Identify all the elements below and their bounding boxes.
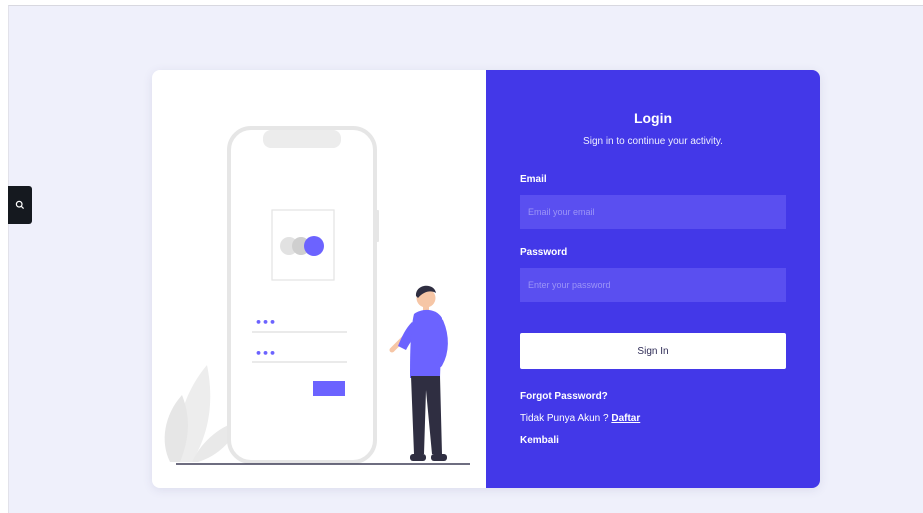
no-account-text: Tidak Punya Akun ? (520, 413, 609, 424)
email-input[interactable] (520, 195, 786, 229)
email-label: Email (520, 174, 547, 185)
phone-dots-1: ••• (255, 316, 276, 329)
login-form-panel: Login Sign in to continue your activity.… (486, 70, 820, 488)
login-illustration: ••• ••• (164, 126, 470, 465)
phone-illustration: ••• ••• (227, 126, 379, 464)
password-input[interactable] (520, 268, 786, 302)
back-link[interactable]: Kembali (520, 435, 559, 446)
search-icon (15, 200, 25, 210)
forgot-password-link[interactable]: Forgot Password? (520, 391, 608, 402)
phone-dots-2: ••• (255, 347, 276, 360)
sign-in-button[interactable]: Sign In (520, 333, 786, 369)
login-subtitle: Sign in to continue your activity. (583, 136, 723, 147)
person-illustration (389, 285, 448, 461)
password-label: Password (520, 247, 568, 258)
register-line: Tidak Punya Akun ? Daftar (520, 413, 640, 424)
register-link[interactable]: Daftar (611, 413, 640, 424)
login-title: Login (633, 110, 673, 126)
login-card: ••• ••• Login Sign in to continue your a… (152, 70, 820, 488)
side-toggle-button[interactable] (8, 186, 32, 224)
illustration-panel: ••• ••• (152, 70, 486, 488)
